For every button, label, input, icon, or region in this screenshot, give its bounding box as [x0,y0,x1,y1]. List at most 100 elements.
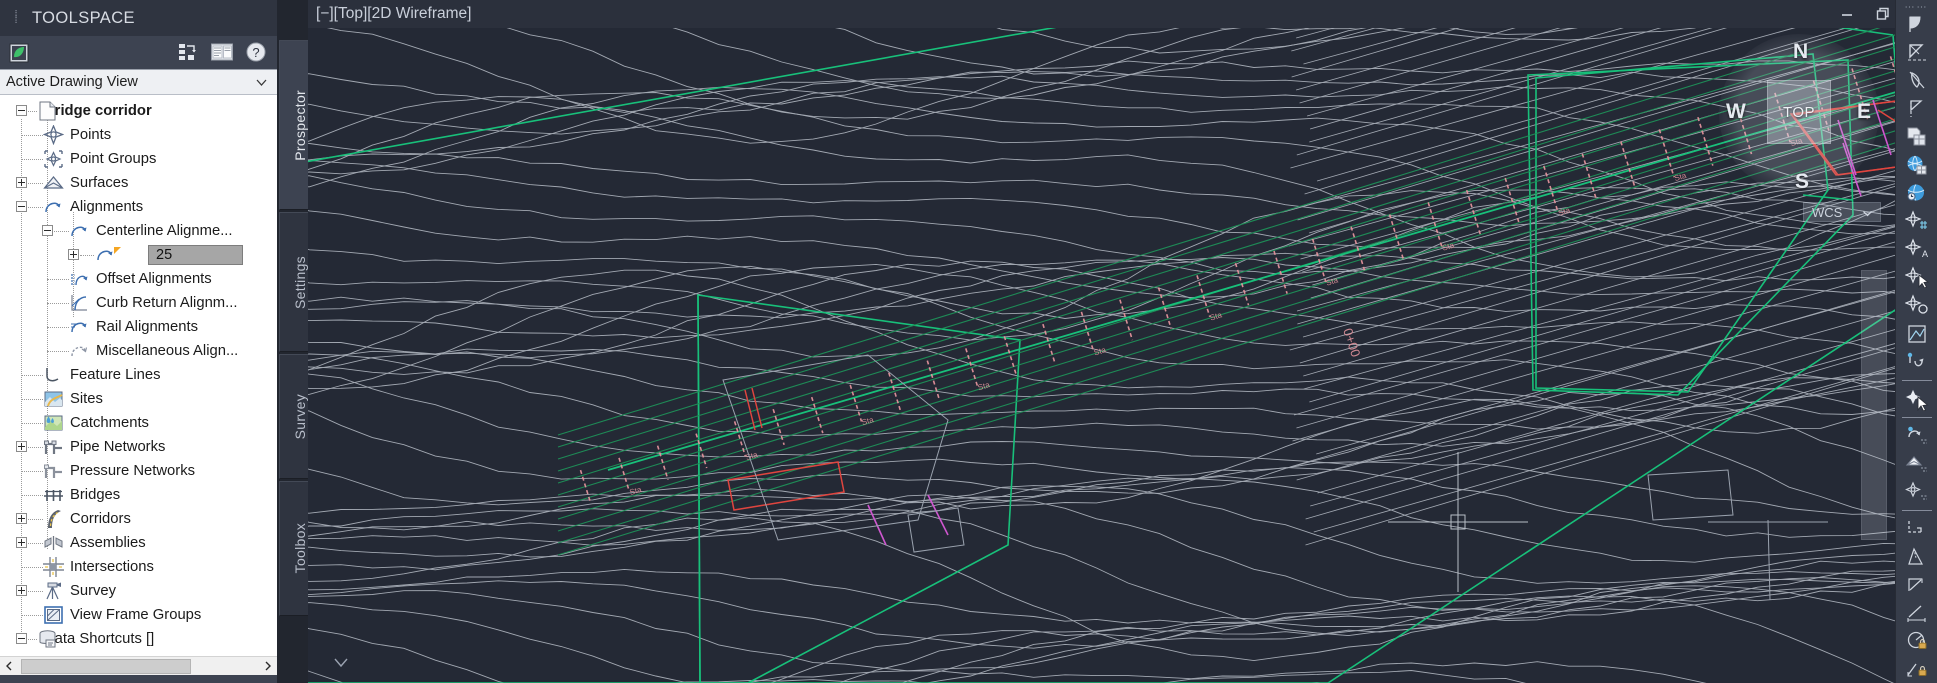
surface-export-icon[interactable] [1900,450,1934,478]
grip-dots-icon[interactable]: ⋯⋯ [1905,2,1928,13]
tree-item-view-frame-groups[interactable]: View Frame Groups [0,603,277,627]
tree-item-rail-alignments[interactable]: Rail Alignments [0,315,277,339]
tree-item-alignments[interactable]: Alignments [0,195,277,219]
tree-horizontal-scrollbar[interactable] [0,656,277,675]
point-select-icon[interactable] [1900,263,1934,291]
angle-lock-icon[interactable] [1900,627,1934,655]
alignment-curve-icon[interactable] [1900,422,1934,450]
tree-item-label: Rail Alignments [96,319,198,335]
surface-watershed-icon[interactable] [1900,67,1934,95]
toolspace-titlebar[interactable]: ⁞ ⁞ TOOLSPACE [0,0,277,36]
chevron-right-icon[interactable] [259,658,277,675]
section-view-icon[interactable] [1900,320,1934,348]
viewcube-west-label[interactable]: W [1726,100,1746,124]
profile-view-icon[interactable] [1900,348,1934,376]
viewcube-north-label[interactable]: N [1793,40,1808,64]
expander-toggle[interactable] [68,249,79,260]
tree-item-bridges[interactable]: Bridges [0,483,277,507]
chevron-left-icon[interactable] [0,658,18,675]
tree-item-corridors[interactable]: Corridors [0,507,277,531]
canvas-vertical-scrollbar[interactable] [1861,270,1887,540]
restore-icon[interactable] [1873,4,1893,24]
scrollbar-thumb[interactable] [21,659,191,674]
point-groups-icon [43,149,65,169]
tab-label: Settings [291,255,308,309]
expander-toggle[interactable] [16,585,27,596]
tree-item-label: Offset Alignments [96,271,212,287]
expander-toggle[interactable] [16,537,27,548]
expander-toggle[interactable] [16,201,27,212]
chevron-down-icon[interactable] [332,656,350,675]
rename-input[interactable]: 25 [148,245,243,265]
viewcube[interactable]: N S W E TOP [1713,28,1885,200]
tree-item-curb-return-alignments[interactable]: Curb Return Alignm... [0,291,277,315]
offset-alignments-icon [69,269,91,289]
tree-item-label: Curb Return Alignm... [96,295,238,311]
active-drawing-view-dropdown[interactable]: Active Drawing View [0,69,277,95]
viewport-config-label[interactable]: [−][Top][2D Wireframe] [316,5,471,23]
tree-item-intersections[interactable]: Intersections [0,555,277,579]
corner-measure-icon[interactable] [1900,515,1934,543]
prospector-tree[interactable]: Bridge corridor Points Point Groups Surf… [0,95,277,656]
help-icon[interactable]: ? [243,39,269,65]
distance-measure-icon[interactable] [1900,599,1934,627]
tree-item-catchments[interactable]: Catchments [0,411,277,435]
globe-clock-icon[interactable] [1900,179,1934,207]
tree-item-pipe-networks[interactable]: Pipe Networks [0,435,277,459]
expander-toggle[interactable] [16,633,27,644]
expander-toggle[interactable] [16,105,27,116]
point-arrow-select-icon[interactable] [1900,385,1934,413]
tree-item-label: Centerline Alignme... [96,223,233,239]
tree-item-assemblies[interactable]: Assemblies [0,531,277,555]
expander-toggle[interactable] [16,513,27,524]
surface-boundary-icon[interactable] [1900,95,1934,123]
toggle-tree-icon[interactable] [175,39,201,65]
ucs-selector[interactable]: WCS [1803,202,1881,222]
panorama-icon[interactable] [209,39,235,65]
chevron-down-icon[interactable] [255,76,268,93]
viewcube-south-label[interactable]: S [1795,170,1809,194]
expander-toggle[interactable] [42,225,53,236]
tree-item-survey[interactable]: Survey [0,579,277,603]
create-data-shortcuts-icon[interactable] [1900,123,1934,151]
tree-item-pressure-networks[interactable]: Pressure Networks [0,459,277,483]
drag-grip-icon[interactable]: ⁞ ⁞ [8,10,24,26]
tree-item-feature-lines[interactable]: Feature Lines [0,363,277,387]
tree-item-bridge-corridor[interactable]: Bridge corridor [0,99,277,123]
globe-grid-icon[interactable] [1900,151,1934,179]
tree-item-label: Data Shortcuts [] [44,631,155,647]
drawing-viewport[interactable]: StaStaStaStaStaStaStaStaStaStaStaSta0+00 [308,0,1937,683]
viewcube-top-face[interactable]: TOP [1767,80,1831,144]
viewcube-east-label[interactable]: E [1857,100,1871,124]
expander-toggle[interactable] [16,441,27,452]
toolspace-leaf-icon[interactable] [6,40,32,66]
palette-bottom-strip [0,675,277,683]
area-measure-icon[interactable] [1900,543,1934,571]
tab-label: Survey [291,393,308,440]
tree-item-data-shortcuts[interactable]: Data Shortcuts [] [0,627,277,651]
point-grid-icon[interactable] [1900,207,1934,235]
tree-item-points[interactable]: Points [0,123,277,147]
tree-item-point-groups[interactable]: Point Groups [0,147,277,171]
chevron-down-icon[interactable] [1862,207,1873,222]
tool-lock-icon[interactable] [1900,655,1934,683]
intersections-icon [43,557,65,577]
tree-item-label: Assemblies [70,535,146,551]
point-export-icon[interactable] [1900,478,1934,506]
point-circle-icon[interactable] [1900,291,1934,319]
point-label-icon[interactable]: A [1900,235,1934,263]
tree-item-surfaces[interactable]: Surfaces [0,171,277,195]
surface-slope-icon[interactable] [1900,11,1934,39]
tree-item-offset-alignments[interactable]: Offset Alignments [0,267,277,291]
tree-item-centerline-alignments[interactable]: Centerline Alignme... [0,219,277,243]
tree-item-misc-alignments[interactable]: Miscellaneous Align... [0,339,277,363]
rail-alignments-icon [69,317,91,337]
minimize-icon[interactable] [1837,4,1857,24]
surface-triangle-icon[interactable] [1900,39,1934,67]
tree-item-alignment-25[interactable]: 25 [0,243,277,267]
expander-toggle[interactable] [16,177,27,188]
tree-item-sites[interactable]: Sites [0,387,277,411]
slope-measure-icon[interactable] [1900,571,1934,599]
svg-text:?: ? [252,45,259,60]
toolbar-separator [1901,416,1932,418]
